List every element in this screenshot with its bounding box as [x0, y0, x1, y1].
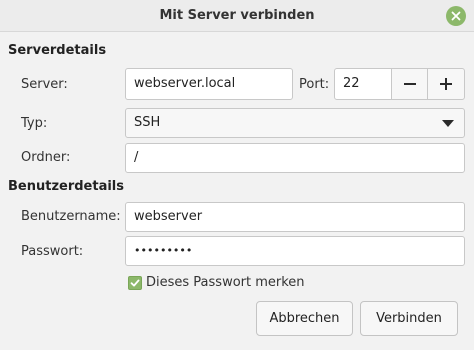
remember-password-checkbox[interactable]	[128, 276, 142, 290]
connect-button[interactable]: Verbinden	[360, 301, 458, 336]
window-title: Mit Server verbinden	[159, 8, 315, 23]
folder-input[interactable]: /	[125, 143, 465, 173]
remember-password-label[interactable]: Dieses Passwort merken	[146, 275, 305, 290]
port-label: Port:	[299, 77, 330, 92]
password-input[interactable]: •••••••••	[125, 236, 465, 266]
type-label: Typ:	[21, 116, 48, 131]
type-dropdown[interactable]: SSH	[125, 108, 465, 138]
checkmark-icon	[130, 279, 140, 287]
title-bar: Mit Server verbinden	[0, 0, 474, 32]
folder-label: Ordner:	[21, 150, 71, 165]
username-input[interactable]: webserver	[125, 202, 465, 232]
cancel-button[interactable]: Abbrechen	[256, 301, 353, 336]
server-details-heading: Serverdetails	[8, 43, 107, 58]
port-increase-button[interactable]	[427, 68, 465, 100]
plus-icon	[440, 78, 452, 90]
password-label: Passwort:	[21, 244, 84, 259]
minus-icon	[403, 83, 416, 85]
server-input[interactable]: webserver.local	[125, 68, 293, 100]
port-decrease-button[interactable]	[391, 68, 428, 100]
close-icon	[451, 11, 461, 21]
type-dropdown-value: SSH	[134, 115, 161, 130]
port-input[interactable]: 22	[334, 68, 392, 100]
connect-to-server-dialog: Mit Server verbinden Serverdetails Serve…	[0, 0, 474, 350]
username-label: Benutzername:	[21, 209, 121, 224]
chevron-down-icon	[442, 120, 454, 127]
user-details-heading: Benutzerdetails	[8, 179, 125, 194]
close-button[interactable]	[446, 6, 466, 26]
server-label: Server:	[21, 77, 68, 92]
